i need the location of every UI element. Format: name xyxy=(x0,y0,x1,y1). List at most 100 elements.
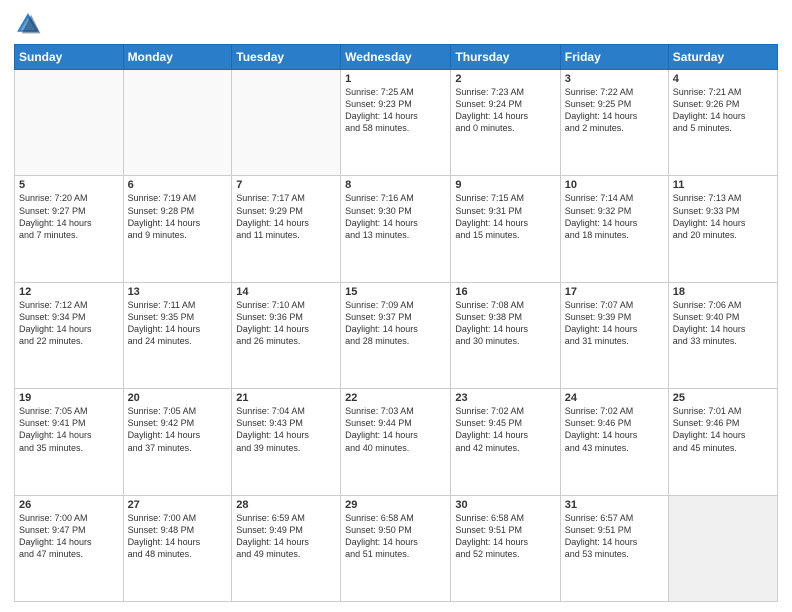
cell-info: Sunrise: 7:14 AM Sunset: 9:32 PM Dayligh… xyxy=(565,192,664,241)
cell-info: Sunrise: 7:13 AM Sunset: 9:33 PM Dayligh… xyxy=(673,192,773,241)
day-number: 8 xyxy=(345,179,446,191)
cell-info: Sunrise: 7:00 AM Sunset: 9:48 PM Dayligh… xyxy=(128,512,228,561)
calendar-cell: 18Sunrise: 7:06 AM Sunset: 9:40 PM Dayli… xyxy=(668,282,777,388)
day-number: 22 xyxy=(345,392,446,404)
week-row-0: 1Sunrise: 7:25 AM Sunset: 9:23 PM Daylig… xyxy=(15,70,778,176)
weekday-header-thursday: Thursday xyxy=(451,45,560,70)
cell-info: Sunrise: 6:59 AM Sunset: 9:49 PM Dayligh… xyxy=(236,512,336,561)
day-number: 9 xyxy=(455,179,555,191)
calendar-cell: 11Sunrise: 7:13 AM Sunset: 9:33 PM Dayli… xyxy=(668,176,777,282)
cell-info: Sunrise: 7:21 AM Sunset: 9:26 PM Dayligh… xyxy=(673,86,773,135)
day-number: 29 xyxy=(345,499,446,511)
calendar-cell: 1Sunrise: 7:25 AM Sunset: 9:23 PM Daylig… xyxy=(341,70,451,176)
cell-info: Sunrise: 6:58 AM Sunset: 9:51 PM Dayligh… xyxy=(455,512,555,561)
day-number: 20 xyxy=(128,392,228,404)
day-number: 2 xyxy=(455,73,555,85)
cell-info: Sunrise: 7:15 AM Sunset: 9:31 PM Dayligh… xyxy=(455,192,555,241)
calendar-cell xyxy=(232,70,341,176)
calendar-cell xyxy=(123,70,232,176)
calendar-cell: 24Sunrise: 7:02 AM Sunset: 9:46 PM Dayli… xyxy=(560,389,668,495)
day-number: 18 xyxy=(673,286,773,298)
calendar-cell: 31Sunrise: 6:57 AM Sunset: 9:51 PM Dayli… xyxy=(560,495,668,601)
day-number: 5 xyxy=(19,179,119,191)
day-number: 23 xyxy=(455,392,555,404)
calendar-cell: 19Sunrise: 7:05 AM Sunset: 9:41 PM Dayli… xyxy=(15,389,124,495)
calendar-cell: 14Sunrise: 7:10 AM Sunset: 9:36 PM Dayli… xyxy=(232,282,341,388)
day-number: 19 xyxy=(19,392,119,404)
calendar-cell: 3Sunrise: 7:22 AM Sunset: 9:25 PM Daylig… xyxy=(560,70,668,176)
day-number: 27 xyxy=(128,499,228,511)
day-number: 1 xyxy=(345,73,446,85)
calendar-cell: 9Sunrise: 7:15 AM Sunset: 9:31 PM Daylig… xyxy=(451,176,560,282)
calendar-cell xyxy=(15,70,124,176)
calendar-cell: 25Sunrise: 7:01 AM Sunset: 9:46 PM Dayli… xyxy=(668,389,777,495)
day-number: 6 xyxy=(128,179,228,191)
weekday-header-saturday: Saturday xyxy=(668,45,777,70)
cell-info: Sunrise: 7:09 AM Sunset: 9:37 PM Dayligh… xyxy=(345,299,446,348)
calendar-header: SundayMondayTuesdayWednesdayThursdayFrid… xyxy=(15,45,778,70)
cell-info: Sunrise: 7:12 AM Sunset: 9:34 PM Dayligh… xyxy=(19,299,119,348)
calendar-cell: 12Sunrise: 7:12 AM Sunset: 9:34 PM Dayli… xyxy=(15,282,124,388)
cell-info: Sunrise: 7:07 AM Sunset: 9:39 PM Dayligh… xyxy=(565,299,664,348)
calendar-cell: 27Sunrise: 7:00 AM Sunset: 9:48 PM Dayli… xyxy=(123,495,232,601)
calendar-cell: 5Sunrise: 7:20 AM Sunset: 9:27 PM Daylig… xyxy=(15,176,124,282)
calendar-cell: 26Sunrise: 7:00 AM Sunset: 9:47 PM Dayli… xyxy=(15,495,124,601)
calendar-cell: 21Sunrise: 7:04 AM Sunset: 9:43 PM Dayli… xyxy=(232,389,341,495)
day-number: 13 xyxy=(128,286,228,298)
cell-info: Sunrise: 7:05 AM Sunset: 9:42 PM Dayligh… xyxy=(128,405,228,454)
cell-info: Sunrise: 7:19 AM Sunset: 9:28 PM Dayligh… xyxy=(128,192,228,241)
calendar-cell: 22Sunrise: 7:03 AM Sunset: 9:44 PM Dayli… xyxy=(341,389,451,495)
cell-info: Sunrise: 7:02 AM Sunset: 9:45 PM Dayligh… xyxy=(455,405,555,454)
cell-info: Sunrise: 7:01 AM Sunset: 9:46 PM Dayligh… xyxy=(673,405,773,454)
weekday-header-sunday: Sunday xyxy=(15,45,124,70)
calendar-cell: 8Sunrise: 7:16 AM Sunset: 9:30 PM Daylig… xyxy=(341,176,451,282)
cell-info: Sunrise: 7:25 AM Sunset: 9:23 PM Dayligh… xyxy=(345,86,446,135)
cell-info: Sunrise: 7:17 AM Sunset: 9:29 PM Dayligh… xyxy=(236,192,336,241)
day-number: 28 xyxy=(236,499,336,511)
day-number: 12 xyxy=(19,286,119,298)
cell-info: Sunrise: 7:06 AM Sunset: 9:40 PM Dayligh… xyxy=(673,299,773,348)
calendar-cell: 28Sunrise: 6:59 AM Sunset: 9:49 PM Dayli… xyxy=(232,495,341,601)
cell-info: Sunrise: 7:08 AM Sunset: 9:38 PM Dayligh… xyxy=(455,299,555,348)
weekday-header-wednesday: Wednesday xyxy=(341,45,451,70)
cell-info: Sunrise: 7:10 AM Sunset: 9:36 PM Dayligh… xyxy=(236,299,336,348)
cell-info: Sunrise: 7:02 AM Sunset: 9:46 PM Dayligh… xyxy=(565,405,664,454)
weekday-header-friday: Friday xyxy=(560,45,668,70)
cell-info: Sunrise: 7:16 AM Sunset: 9:30 PM Dayligh… xyxy=(345,192,446,241)
day-number: 24 xyxy=(565,392,664,404)
day-number: 11 xyxy=(673,179,773,191)
day-number: 31 xyxy=(565,499,664,511)
calendar-cell: 29Sunrise: 6:58 AM Sunset: 9:50 PM Dayli… xyxy=(341,495,451,601)
cell-info: Sunrise: 7:04 AM Sunset: 9:43 PM Dayligh… xyxy=(236,405,336,454)
calendar-cell xyxy=(668,495,777,601)
calendar-cell: 10Sunrise: 7:14 AM Sunset: 9:32 PM Dayli… xyxy=(560,176,668,282)
calendar: SundayMondayTuesdayWednesdayThursdayFrid… xyxy=(14,44,778,602)
cell-info: Sunrise: 7:23 AM Sunset: 9:24 PM Dayligh… xyxy=(455,86,555,135)
week-row-1: 5Sunrise: 7:20 AM Sunset: 9:27 PM Daylig… xyxy=(15,176,778,282)
day-number: 7 xyxy=(236,179,336,191)
week-row-2: 12Sunrise: 7:12 AM Sunset: 9:34 PM Dayli… xyxy=(15,282,778,388)
calendar-cell: 6Sunrise: 7:19 AM Sunset: 9:28 PM Daylig… xyxy=(123,176,232,282)
day-number: 21 xyxy=(236,392,336,404)
day-number: 10 xyxy=(565,179,664,191)
day-number: 3 xyxy=(565,73,664,85)
day-number: 14 xyxy=(236,286,336,298)
week-row-4: 26Sunrise: 7:00 AM Sunset: 9:47 PM Dayli… xyxy=(15,495,778,601)
calendar-cell: 17Sunrise: 7:07 AM Sunset: 9:39 PM Dayli… xyxy=(560,282,668,388)
weekday-row: SundayMondayTuesdayWednesdayThursdayFrid… xyxy=(15,45,778,70)
calendar-cell: 20Sunrise: 7:05 AM Sunset: 9:42 PM Dayli… xyxy=(123,389,232,495)
week-row-3: 19Sunrise: 7:05 AM Sunset: 9:41 PM Dayli… xyxy=(15,389,778,495)
weekday-header-monday: Monday xyxy=(123,45,232,70)
day-number: 17 xyxy=(565,286,664,298)
logo-icon xyxy=(14,10,42,38)
day-number: 15 xyxy=(345,286,446,298)
cell-info: Sunrise: 7:00 AM Sunset: 9:47 PM Dayligh… xyxy=(19,512,119,561)
cell-info: Sunrise: 7:22 AM Sunset: 9:25 PM Dayligh… xyxy=(565,86,664,135)
calendar-cell: 7Sunrise: 7:17 AM Sunset: 9:29 PM Daylig… xyxy=(232,176,341,282)
calendar-cell: 30Sunrise: 6:58 AM Sunset: 9:51 PM Dayli… xyxy=(451,495,560,601)
day-number: 16 xyxy=(455,286,555,298)
calendar-body: 1Sunrise: 7:25 AM Sunset: 9:23 PM Daylig… xyxy=(15,70,778,602)
weekday-header-tuesday: Tuesday xyxy=(232,45,341,70)
logo xyxy=(14,10,46,38)
cell-info: Sunrise: 7:11 AM Sunset: 9:35 PM Dayligh… xyxy=(128,299,228,348)
